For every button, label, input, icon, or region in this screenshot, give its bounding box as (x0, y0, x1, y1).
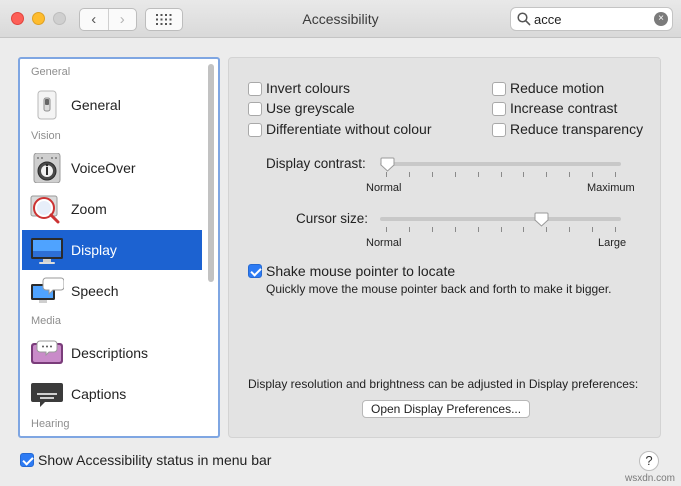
descriptions-icon (30, 338, 64, 368)
display-contrast-label: Display contrast: (266, 156, 366, 171)
contrast-tick (615, 172, 616, 177)
contrast-tick (454, 172, 456, 177)
sidebar-item-label: Captions (71, 386, 127, 402)
open-display-preferences-button[interactable]: Open Display Preferences... (362, 400, 531, 418)
shake-to-locate-checkbox[interactable] (248, 264, 262, 278)
clear-search-icon[interactable]: × (654, 12, 668, 26)
zoom-icon (30, 194, 64, 224)
sidebar-item-zoom[interactable]: Zoom (22, 189, 202, 229)
switch-icon (30, 90, 64, 120)
magnifier-icon (517, 12, 531, 26)
sidebar: General General Vision VoiceOver Zoom Di… (18, 57, 220, 438)
sidebar-item-label: General (71, 97, 121, 113)
cursor-tick (500, 227, 502, 232)
search-input[interactable]: acce (534, 12, 561, 27)
search-field[interactable]: acce × (510, 7, 673, 31)
contrast-tick (477, 172, 479, 177)
display-settings-pane: Invert colours Use greyscale Differentia… (228, 57, 661, 438)
cursor-size-label: Cursor size: (296, 211, 369, 226)
cursor-tick (386, 227, 387, 232)
sidebar-item-label: Speech (71, 283, 119, 299)
shake-to-locate-label: Shake mouse pointer to locate (266, 263, 456, 279)
differentiate-without-colour-label: Differentiate without colour (266, 121, 432, 137)
contrast-tick (592, 172, 594, 177)
cursor-tick (477, 227, 479, 232)
sidebar-item-display[interactable]: Display (22, 230, 202, 270)
cursor-tick (523, 227, 525, 232)
sidebar-scroll-thumb[interactable] (208, 64, 214, 282)
cursor-tick (615, 227, 616, 232)
title-bar: ‹ › Accessibility acce × (0, 0, 681, 38)
cursor-size-track[interactable] (380, 217, 621, 221)
show-status-in-menu-bar-label: Show Accessibility status in menu bar (38, 452, 272, 468)
sidebar-item-label: Display (71, 242, 117, 258)
shake-to-locate-hint: Quickly move the mouse pointer back and … (266, 282, 612, 296)
display-contrast-track[interactable] (380, 162, 621, 166)
captions-icon (30, 379, 64, 409)
cursor-size-slider[interactable] (534, 212, 549, 227)
resolution-note: Display resolution and brightness can be… (248, 377, 639, 391)
increase-contrast-label: Increase contrast (510, 100, 618, 116)
display-icon (30, 235, 64, 265)
contrast-tick (500, 172, 502, 177)
sidebar-item-general[interactable]: General (22, 85, 202, 125)
contrast-tick (523, 172, 525, 177)
reduce-motion-checkbox[interactable] (492, 82, 506, 96)
sidebar-item-descriptions[interactable]: Descriptions (22, 333, 202, 373)
reduce-transparency-label: Reduce transparency (510, 121, 644, 137)
use-greyscale-label: Use greyscale (266, 100, 355, 116)
contrast-tick (546, 172, 548, 177)
section-header-hearing: Hearing (31, 418, 70, 430)
sidebar-item-captions[interactable]: Captions (22, 374, 202, 414)
cursor-tick (546, 227, 548, 232)
show-status-in-menu-bar-checkbox[interactable] (20, 453, 34, 467)
section-header-media: Media (31, 315, 61, 327)
differentiate-without-colour-checkbox[interactable] (248, 123, 262, 137)
increase-contrast-checkbox[interactable] (492, 102, 506, 116)
use-greyscale-checkbox[interactable] (248, 102, 262, 116)
sidebar-item-label: VoiceOver (71, 160, 136, 176)
cursor-max-label: Large (598, 237, 627, 249)
sidebar-item-speech[interactable]: Speech (22, 271, 202, 311)
display-contrast-slider[interactable] (380, 157, 395, 172)
cursor-tick (431, 227, 433, 232)
reduce-transparency-checkbox[interactable] (492, 123, 506, 137)
cursor-tick (454, 227, 456, 232)
watermark: wsxdn.com (624, 473, 675, 484)
invert-colours-label: Invert colours (266, 80, 351, 96)
voiceover-icon (30, 152, 64, 184)
sidebar-item-label: Zoom (71, 201, 107, 217)
contrast-min-label: Normal (366, 182, 402, 194)
speech-icon (30, 276, 65, 306)
sidebar-item-voiceover[interactable]: VoiceOver (22, 148, 202, 188)
contrast-max-label: Maximum (587, 182, 635, 194)
invert-colours-checkbox[interactable] (248, 82, 262, 96)
reduce-motion-label: Reduce motion (510, 80, 605, 96)
cursor-tick (592, 227, 594, 232)
sidebar-item-label: Descriptions (71, 345, 149, 361)
cursor-min-label: Normal (366, 237, 402, 249)
help-button[interactable]: ? (639, 451, 659, 471)
contrast-tick (386, 172, 387, 177)
section-header-vision: Vision (31, 130, 61, 142)
contrast-tick (569, 172, 571, 177)
contrast-tick (408, 172, 410, 177)
section-header-general: General (31, 66, 71, 78)
contrast-tick (431, 172, 433, 177)
cursor-tick (569, 227, 571, 232)
cursor-tick (408, 227, 410, 232)
